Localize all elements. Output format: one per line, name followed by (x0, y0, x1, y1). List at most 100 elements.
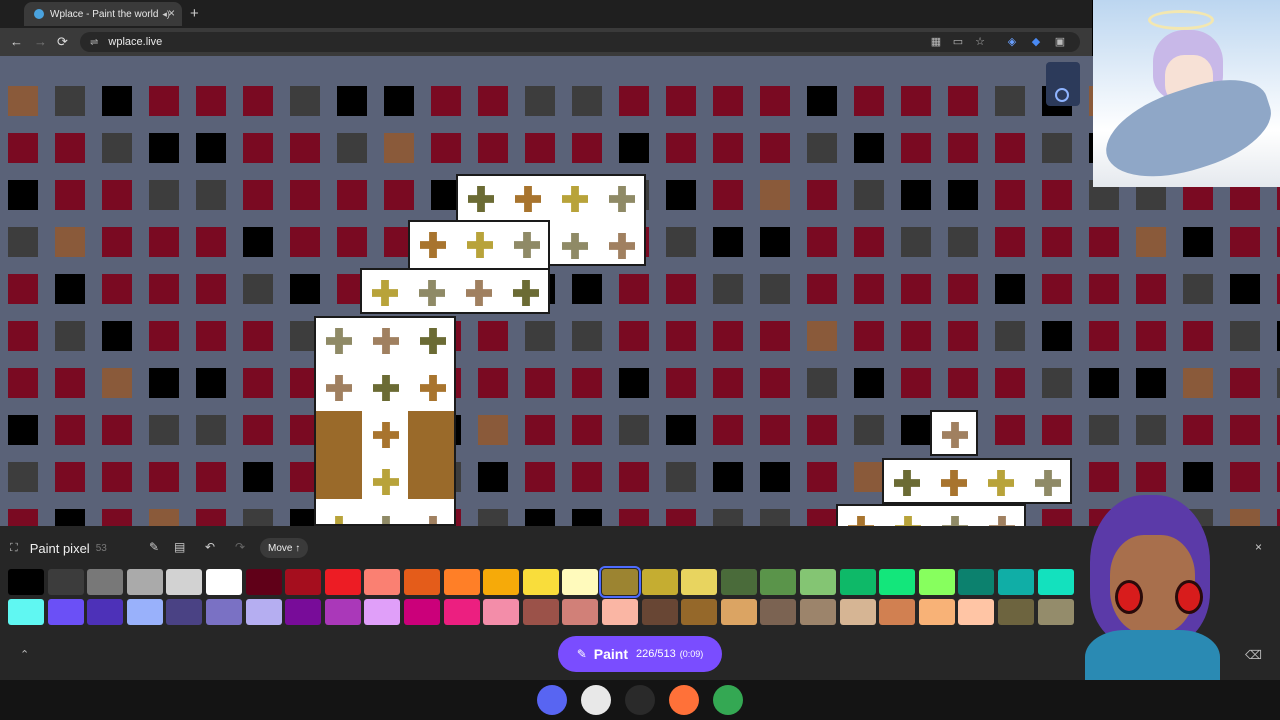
color-swatch[interactable] (998, 569, 1034, 595)
stamp-icon[interactable]: ▤ (174, 540, 185, 554)
color-swatch[interactable] (918, 569, 955, 595)
color-swatch[interactable] (879, 569, 916, 595)
paint-canvas[interactable] (0, 56, 1280, 526)
color-swatch[interactable] (404, 599, 440, 625)
color-swatch[interactable] (8, 569, 44, 595)
color-swatch[interactable] (166, 569, 203, 595)
install-icon[interactable]: ▭ (952, 36, 964, 48)
color-swatch[interactable] (918, 599, 955, 625)
paint-button[interactable]: ✎ Paint 226/513 (0:09) (558, 636, 722, 672)
canvas-pixel (666, 415, 696, 445)
color-swatch[interactable] (839, 569, 876, 595)
color-swatch[interactable] (522, 569, 559, 595)
pattern-cross (373, 469, 399, 495)
new-tab-button[interactable]: + (190, 5, 199, 22)
color-swatch[interactable] (562, 599, 599, 625)
color-swatch[interactable] (285, 569, 322, 595)
color-swatch[interactable] (839, 599, 876, 625)
canvas-pixel (243, 462, 273, 492)
color-swatch[interactable] (8, 599, 44, 625)
color-swatch[interactable] (958, 569, 995, 595)
close-panel-button[interactable]: × (1255, 540, 1262, 554)
extension-icon[interactable]: ◆ (1030, 36, 1042, 48)
color-swatch[interactable] (206, 569, 242, 595)
translate-icon[interactable]: ▦ (930, 36, 942, 48)
canvas-pixel (196, 368, 226, 398)
reload-button[interactable]: ⟳ (57, 34, 68, 50)
color-swatch[interactable] (483, 599, 520, 625)
canvas-pixel (337, 180, 367, 210)
color-swatch[interactable] (126, 599, 163, 625)
color-swatch[interactable] (720, 569, 757, 595)
color-swatch[interactable] (245, 569, 282, 595)
canvas-pixel (995, 86, 1025, 116)
color-swatch[interactable] (562, 569, 599, 595)
color-swatch[interactable] (443, 599, 480, 625)
color-swatch[interactable] (324, 569, 361, 595)
color-swatch[interactable] (681, 569, 718, 595)
bookmark-star-icon[interactable]: ☆ (974, 36, 986, 48)
color-swatch[interactable] (404, 569, 440, 595)
canvas-pixel (572, 509, 602, 526)
tab-wplace[interactable]: Wplace - Paint the world ◂) × (24, 2, 182, 26)
forward-button[interactable]: → (34, 34, 47, 49)
pencil-icon[interactable]: ✎ (149, 540, 159, 554)
color-swatch[interactable] (206, 599, 242, 625)
tab-close-button[interactable]: × (168, 6, 175, 20)
move-button[interactable]: Move ↑ (260, 538, 309, 558)
color-swatch[interactable] (641, 569, 678, 595)
extensions-icon[interactable]: ▣ (1054, 36, 1066, 48)
color-swatch[interactable] (958, 599, 995, 625)
color-swatch[interactable] (522, 599, 559, 625)
site-info-icon[interactable]: ⇌ (90, 37, 98, 48)
vrchat-icon[interactable] (581, 685, 611, 715)
color-swatch[interactable] (720, 599, 757, 625)
color-swatch[interactable] (760, 599, 797, 625)
canvas-pixel (854, 133, 884, 163)
collapse-button[interactable]: ⌃ (20, 648, 29, 661)
canvas-pixel (619, 368, 649, 398)
canvas-pixel (713, 274, 743, 304)
overlay-toggle-icon[interactable] (1046, 62, 1080, 106)
color-swatch[interactable] (87, 569, 124, 595)
color-swatch[interactable] (800, 599, 836, 625)
color-swatch[interactable] (602, 599, 638, 625)
back-button[interactable]: ← (10, 34, 23, 49)
color-swatch[interactable] (681, 599, 718, 625)
eraser-icon[interactable]: ⌫ (1245, 648, 1262, 662)
redo-icon[interactable]: ↷ (235, 540, 245, 554)
color-swatch[interactable] (443, 569, 480, 595)
color-swatch[interactable] (87, 599, 124, 625)
color-swatch[interactable] (483, 569, 520, 595)
discord-icon[interactable] (537, 685, 567, 715)
color-swatch[interactable] (324, 599, 361, 625)
chrome-icon[interactable] (713, 685, 743, 715)
expand-icon[interactable]: ⛶ (10, 542, 18, 555)
color-swatch[interactable] (599, 566, 641, 598)
pattern-cross (562, 233, 588, 259)
color-swatch[interactable] (641, 599, 678, 625)
color-swatch[interactable] (166, 599, 203, 625)
color-swatch[interactable] (1037, 599, 1074, 625)
color-swatch[interactable] (879, 599, 916, 625)
color-swatch[interactable] (47, 569, 84, 595)
canvas-pixel (525, 133, 555, 163)
color-swatch[interactable] (800, 569, 836, 595)
color-swatch[interactable] (998, 599, 1034, 625)
color-swatch[interactable] (364, 569, 401, 595)
color-swatch[interactable] (760, 569, 797, 595)
canvas-pixel (55, 133, 85, 163)
color-swatch[interactable] (1037, 569, 1074, 595)
color-swatch[interactable] (47, 599, 84, 625)
firefox-icon[interactable] (669, 685, 699, 715)
color-swatch[interactable] (364, 599, 401, 625)
url-text: wplace.live (108, 36, 163, 48)
extension-icon[interactable]: ◈ (1006, 36, 1018, 48)
pattern-cross (326, 328, 352, 354)
canvas-pixel (384, 180, 414, 210)
color-swatch[interactable] (126, 569, 163, 595)
color-swatch[interactable] (245, 599, 282, 625)
undo-icon[interactable]: ↶ (205, 540, 215, 554)
obs-icon[interactable] (625, 685, 655, 715)
color-swatch[interactable] (285, 599, 322, 625)
